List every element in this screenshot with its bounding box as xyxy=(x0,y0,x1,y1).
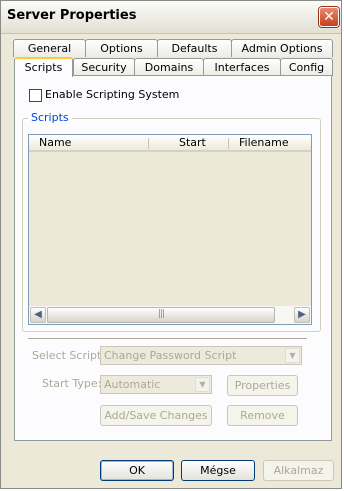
enable-scripting-checkbox[interactable] xyxy=(29,89,42,102)
start-type-dropdown[interactable]: Automatic ▼ xyxy=(100,375,212,394)
tab-admin-options[interactable]: Admin Options xyxy=(231,39,333,57)
scrollbar-thumb[interactable]: ||| xyxy=(47,307,275,323)
separator xyxy=(28,338,307,340)
enable-scripting-label[interactable]: Enable Scripting System xyxy=(45,88,179,101)
server-properties-dialog: Server Properties ✕ General Options Defa… xyxy=(0,0,342,489)
title-bar: Server Properties ✕ xyxy=(1,1,341,34)
tab-interfaces[interactable]: Interfaces xyxy=(203,58,281,76)
properties-button[interactable]: Properties xyxy=(227,375,298,396)
column-separator[interactable] xyxy=(148,138,149,149)
select-script-label: Select Script: xyxy=(32,349,106,362)
scroll-left-icon[interactable]: ◀ xyxy=(30,307,46,323)
window-title: Server Properties xyxy=(7,8,137,23)
ok-button[interactable]: OK xyxy=(100,460,174,481)
chevron-down-icon[interactable]: ▼ xyxy=(285,348,300,363)
scripts-list[interactable]: Name Start Filename ◀ ||| ▶ xyxy=(28,134,312,325)
column-header-name[interactable]: Name xyxy=(29,135,149,152)
column-header-start[interactable]: Start xyxy=(149,135,229,152)
start-type-label: Start Type: xyxy=(42,377,102,390)
column-header-filename[interactable]: Filename xyxy=(229,135,311,152)
tab-general[interactable]: General xyxy=(13,39,86,57)
tab-options[interactable]: Options xyxy=(85,39,158,57)
tab-security[interactable]: Security xyxy=(73,58,135,76)
select-script-value: Change Password Script xyxy=(104,349,237,362)
select-script-dropdown[interactable]: Change Password Script ▼ xyxy=(100,346,302,365)
apply-button[interactable]: Alkalmaz xyxy=(263,460,334,481)
horizontal-scrollbar[interactable]: ◀ ||| ▶ xyxy=(29,306,311,324)
tab-scripts[interactable]: Scripts xyxy=(14,57,73,77)
column-separator[interactable] xyxy=(228,138,229,149)
scripts-group-label: Scripts xyxy=(28,111,72,124)
cancel-button[interactable]: Mégse xyxy=(181,460,255,481)
chevron-down-icon[interactable]: ▼ xyxy=(195,377,210,392)
start-type-value: Automatic xyxy=(104,378,161,391)
scripts-list-body[interactable] xyxy=(29,152,311,306)
tab-domains[interactable]: Domains xyxy=(134,58,204,76)
add-save-changes-button[interactable]: Add/Save Changes xyxy=(100,405,212,426)
tab-defaults[interactable]: Defaults xyxy=(157,39,232,57)
remove-button[interactable]: Remove xyxy=(227,405,298,426)
tab-config[interactable]: Config xyxy=(280,58,333,76)
close-icon[interactable]: ✕ xyxy=(319,7,339,27)
scroll-right-icon[interactable]: ▶ xyxy=(294,307,310,323)
